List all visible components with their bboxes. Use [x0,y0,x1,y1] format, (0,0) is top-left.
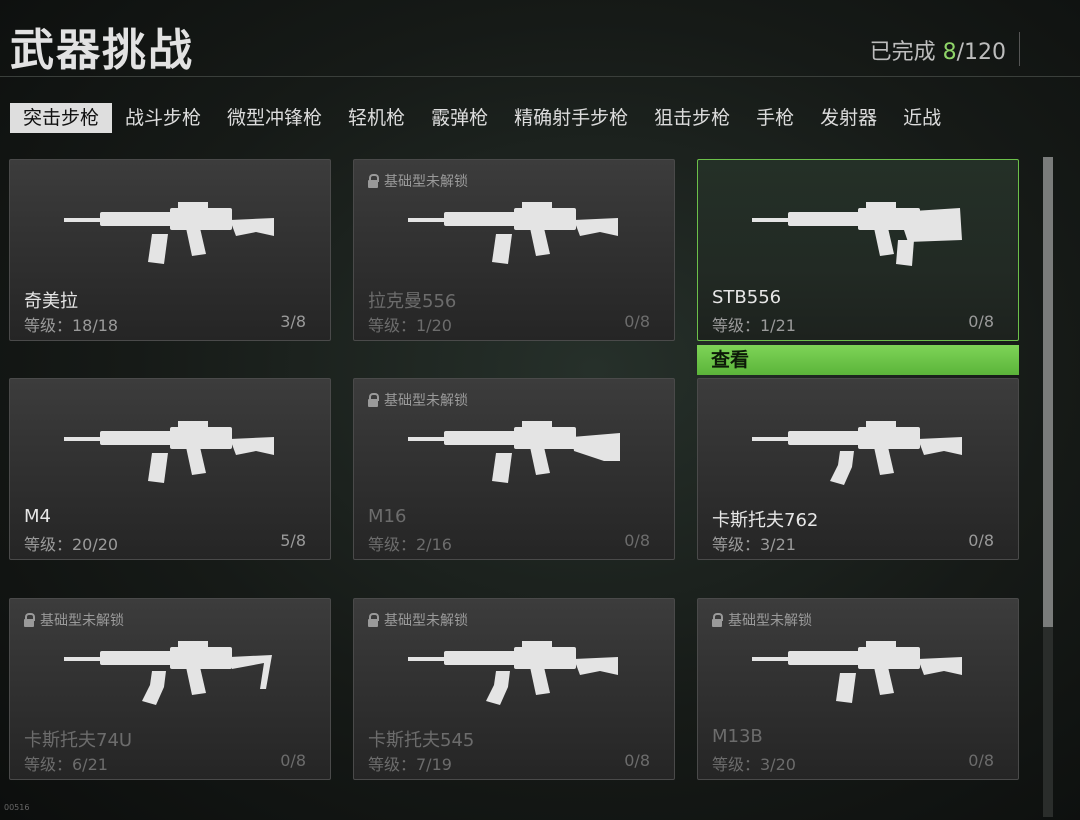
weapon-level: 等级：18/18 [24,316,119,335]
tab-3[interactable]: 轻机枪 [335,103,418,133]
tab-5[interactable]: 精确射手步枪 [501,103,641,133]
weapon-card-8[interactable]: 基础型未解锁 M13B 等级：3/20 0/8 [697,598,1019,780]
weapon-challenge-count: 0/8 [624,312,650,331]
tab-2[interactable]: 微型冲锋枪 [214,103,335,133]
lock-label: 基础型未解锁 [384,174,468,190]
tab-0[interactable]: 突击步枪 [10,103,113,133]
weapon-card-7[interactable]: 基础型未解锁卡斯托夫545 等级：7/19 0/8 [353,598,675,780]
compact-rifle-icon [60,192,282,284]
ak-short-rifle-icon [60,631,282,723]
scrollbar-thumb[interactable] [1043,157,1053,627]
weapon-challenge-count: 5/8 [280,531,306,550]
weapon-card-2[interactable]: STB556 等级：1/21 0/8 [697,159,1019,341]
view-button[interactable]: 查看 [697,345,1019,375]
progress-done: 8 [942,40,957,65]
weapon-card-3[interactable]: M4 等级：20/20 5/8 [9,378,331,560]
weapon-card-5[interactable]: 卡斯托夫762 等级：3/21 0/8 [697,378,1019,560]
lock-label: 基础型未解锁 [728,613,812,629]
weapon-name: 拉克曼556 [368,291,457,312]
progress-total: /120 [956,40,1006,65]
weapon-category-tabs: 突击步枪 战斗步枪 微型冲锋枪 轻机枪 霰弹枪 精确射手步枪 狙击步枪 手枪 发射器 近战 [10,103,954,133]
weapon-level: 等级：1/20 [368,316,452,335]
weapon-level: 等级：1/21 [712,316,796,335]
lock-icon [368,393,379,407]
weapon-name: 卡斯托夫545 [368,730,475,751]
header-divider [1019,32,1020,66]
lock-icon [368,613,379,627]
lock-icon [24,613,35,627]
weapon-name: M4 [24,506,51,527]
locked-indicator: 基础型未解锁 [712,610,812,630]
weapon-challenge-count: 0/8 [968,751,994,770]
weapon-card-0[interactable]: 奇美拉等级：18/18 3/8 [9,159,331,341]
corner-tag: 00516 [4,803,30,812]
weapon-name: 奇美拉 [24,291,78,312]
weapon-card-1[interactable]: 基础型未解锁拉克曼556 等级：1/20 0/8 [353,159,675,341]
weapon-card-6[interactable]: 基础型未解锁卡斯托夫74U 等级：6/21 0/8 [9,598,331,780]
lock-label: 基础型未解锁 [384,393,468,409]
weapon-level: 等级：6/21 [24,755,108,774]
rifle-icon [404,192,626,284]
tab-1[interactable]: 战斗步枪 [112,103,214,133]
weapon-challenge-count: 0/8 [968,312,994,331]
lock-label: 基础型未解锁 [40,613,124,629]
weapon-name: M16 [368,506,407,527]
locked-indicator: 基础型未解锁 [24,610,124,630]
ak-rifle-icon [748,411,970,503]
weapon-challenge-count: 0/8 [280,751,306,770]
tab-6[interactable]: 狙击步枪 [641,103,743,133]
weapon-level: 等级：20/20 [24,535,119,554]
locked-indicator: 基础型未解锁 [368,610,468,630]
weapon-name: 卡斯托夫762 [712,510,819,531]
compact-rifle-icon [748,631,970,723]
weapon-level: 等级：2/16 [368,535,452,554]
tab-8[interactable]: 发射器 [807,103,890,133]
ak-rifle-icon [404,631,626,723]
completion-progress: 已完成 8/120 [870,34,1006,66]
m4-rifle-icon [60,411,282,503]
lock-icon [368,174,379,188]
weapon-challenge-count: 0/8 [968,531,994,550]
tab-7[interactable]: 手枪 [743,103,807,133]
m16-rifle-icon [404,411,626,503]
weapon-name: 卡斯托夫74U [24,730,133,751]
tab-9[interactable]: 近战 [890,103,954,133]
weapon-name: M13B [712,726,763,747]
page-title: 武器挑战 [10,25,194,76]
bullpup-rifle-icon [748,192,970,284]
weapon-level: 等级：3/20 [712,755,796,774]
weapon-name: STB556 [712,287,782,308]
weapon-level: 等级：7/19 [368,755,452,774]
weapon-card-4[interactable]: 基础型未解锁 M16 等级：2/16 0/8 [353,378,675,560]
lock-label: 基础型未解锁 [384,613,468,629]
tab-4[interactable]: 霰弹枪 [418,103,501,133]
weapon-level: 等级：3/21 [712,535,796,554]
weapon-challenge-count: 0/8 [624,531,650,550]
locked-indicator: 基础型未解锁 [368,390,468,410]
lock-icon [712,613,723,627]
progress-label: 已完成 [869,40,936,65]
header-line [0,76,1080,77]
locked-indicator: 基础型未解锁 [368,171,468,191]
weapon-challenge-count: 0/8 [624,751,650,770]
weapon-challenge-count: 3/8 [280,312,306,331]
